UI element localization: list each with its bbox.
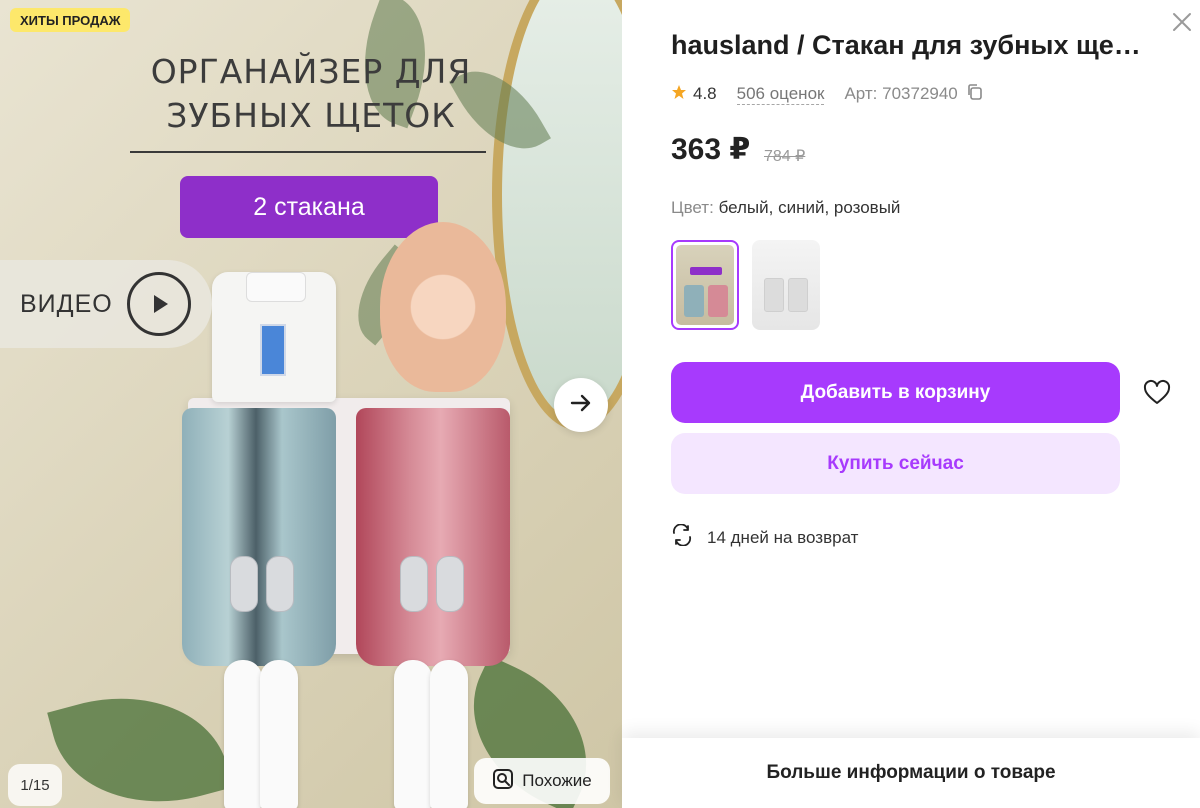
close-icon[interactable] bbox=[1170, 10, 1194, 34]
leaf-decoration bbox=[47, 671, 233, 808]
toothbrush-head bbox=[266, 556, 294, 612]
promo-title: ОРГАНАЙЗЕР ДЛЯ ЗУБНЫХ ЩЕТОК bbox=[0, 50, 622, 138]
toothbrush-head bbox=[436, 556, 464, 612]
thumbnail-cup bbox=[708, 285, 728, 317]
copy-icon[interactable] bbox=[966, 83, 984, 106]
product-gallery[interactable]: ОРГАНАЙЗЕР ДЛЯ ЗУБНЫХ ЩЕТОК 2 стакана ВИ… bbox=[0, 0, 622, 808]
more-info-button[interactable]: Больше информации о товаре bbox=[622, 738, 1200, 808]
article-number: Арт: 70372940 bbox=[844, 84, 958, 103]
similar-button[interactable]: Похожие bbox=[474, 758, 610, 804]
toothbrush-head bbox=[230, 556, 258, 612]
star-icon bbox=[671, 84, 687, 105]
video-label: ВИДЕО bbox=[20, 289, 113, 318]
product-meta: 4.8 506 оценок Арт: 70372940 bbox=[671, 82, 984, 106]
arrow-right-icon bbox=[568, 390, 594, 421]
add-to-cart-button[interactable]: Добавить в корзину bbox=[671, 362, 1120, 423]
buy-now-button[interactable]: Купить сейчас bbox=[671, 433, 1120, 494]
current-price: 363 ₽ bbox=[671, 133, 751, 166]
promo-divider bbox=[130, 151, 486, 153]
thumbnail-image bbox=[676, 245, 734, 325]
video-button[interactable]: ВИДЕО bbox=[0, 260, 212, 348]
dispenser-cap bbox=[246, 272, 306, 302]
toothbrush-handle bbox=[260, 660, 298, 808]
toothbrush-handle bbox=[430, 660, 468, 808]
similar-label: Похожие bbox=[522, 771, 592, 790]
toothbrush-handle bbox=[224, 660, 262, 808]
color-label: Цвет: bbox=[671, 198, 714, 217]
image-counter: 1/15 bbox=[8, 764, 62, 806]
blue-cup-image bbox=[182, 408, 336, 666]
rating-value: 4.8 bbox=[693, 84, 717, 103]
promo-pill: 2 стакана bbox=[180, 176, 438, 238]
color-thumbnail-selected[interactable] bbox=[671, 240, 739, 330]
pink-cup-image bbox=[356, 408, 510, 666]
product-title: hausland / Стакан для зубных ще… bbox=[671, 30, 1141, 60]
bestseller-badge: ХИТЫ ПРОДАЖ bbox=[10, 8, 131, 32]
reviews-link[interactable]: 506 оценок bbox=[736, 84, 825, 105]
similar-search-icon bbox=[492, 768, 514, 795]
dispenser-window bbox=[260, 324, 286, 376]
refresh-icon bbox=[671, 523, 693, 551]
old-price: 784 ₽ bbox=[764, 148, 806, 165]
color-value: белый, синий, розовый bbox=[718, 198, 901, 217]
thumbnail-cup bbox=[788, 278, 808, 312]
returns-info: 14 дней на возврат bbox=[671, 523, 859, 551]
hairbrush-image bbox=[380, 222, 506, 392]
toothbrush-head bbox=[400, 556, 428, 612]
next-image-button[interactable] bbox=[554, 378, 608, 432]
heart-icon[interactable] bbox=[1142, 378, 1172, 408]
thumbnail-cup bbox=[684, 285, 704, 317]
returns-label: 14 дней на возврат bbox=[707, 527, 859, 547]
play-icon bbox=[126, 272, 191, 336]
toothbrush-handle bbox=[394, 660, 432, 808]
toothpaste-dispenser-image bbox=[212, 272, 336, 402]
color-thumbnail[interactable] bbox=[752, 240, 820, 330]
thumbnail-pill bbox=[690, 267, 722, 275]
thumbnail-cup bbox=[764, 278, 784, 312]
promo-title-line: ЗУБНЫХ ЩЕТОК bbox=[166, 96, 456, 135]
color-info: Цвет: белый, синий, розовый bbox=[671, 198, 900, 218]
promo-title-line: ОРГАНАЙЗЕР ДЛЯ bbox=[150, 52, 472, 91]
